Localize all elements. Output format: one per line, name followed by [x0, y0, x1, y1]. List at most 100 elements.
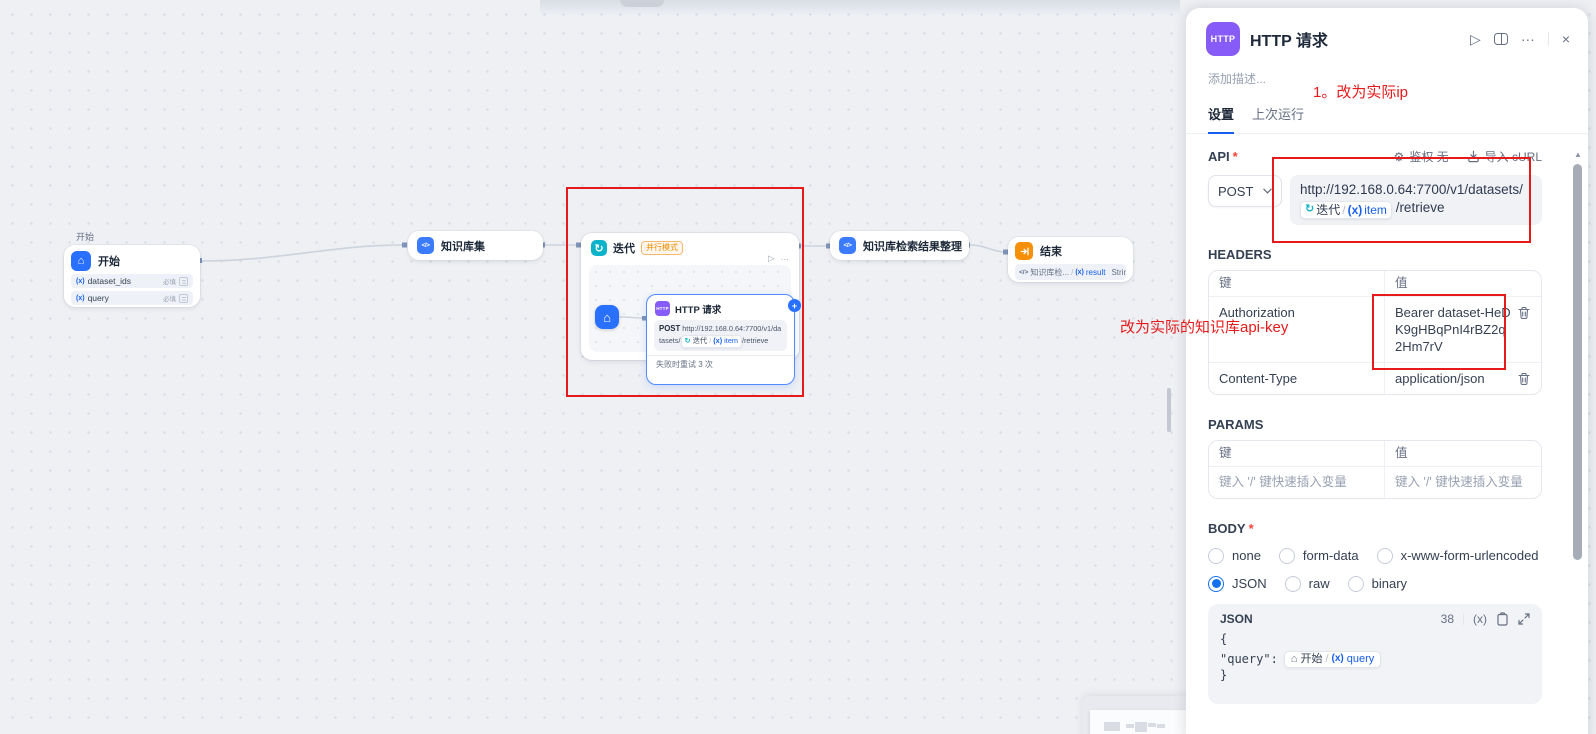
node-knowledge-set[interactable]: </> 知识库集: [408, 231, 543, 260]
header-value-cell[interactable]: Bearer dataset-HeDK9gHBqPnI4rBZ2q2Hm7rV: [1395, 304, 1511, 355]
ref-node-name: 知识库检...: [1030, 267, 1069, 278]
radio-circle: [1377, 548, 1393, 564]
start-var-dataset-ids[interactable]: (x) dataset_ids 必填: [71, 274, 193, 288]
body-section-label: BODY *: [1208, 521, 1542, 536]
iteration-start-node[interactable]: ⌂: [595, 305, 619, 329]
tab-settings[interactable]: 设置: [1208, 104, 1234, 133]
radio-raw[interactable]: raw: [1285, 576, 1330, 592]
description-row: [1186, 56, 1588, 88]
radio-circle: [1285, 576, 1301, 592]
expand-icon[interactable]: [1518, 613, 1530, 625]
path-separator: /: [1342, 202, 1345, 218]
node-iteration[interactable]: ↻ 迭代 并行模式 ▷ ··· ⌂ HTTP HTTP 请求 +: [581, 233, 799, 360]
radio-x-www-form-urlencoded[interactable]: x-www-form-urlencoded: [1377, 548, 1539, 564]
add-node-button[interactable]: +: [788, 299, 801, 312]
layout-split-button[interactable]: [1494, 33, 1508, 45]
variable-icon: (x): [76, 278, 85, 285]
gear-icon: ⚙: [1394, 150, 1405, 164]
panel-scrollbar[interactable]: ▲: [1572, 150, 1584, 734]
http-icon: HTTP: [1206, 22, 1240, 56]
chevron-down-icon: [1263, 188, 1272, 194]
json-editor-label: JSON: [1220, 612, 1253, 626]
scrollbar-thumb[interactable]: [1573, 164, 1582, 560]
more-button[interactable]: ···: [1521, 32, 1535, 46]
insert-variable-icon[interactable]: (x): [1473, 612, 1487, 626]
variable-badge[interactable]: ⌂ 开始 / (x) query: [1284, 651, 1381, 669]
required-asterisk: *: [1233, 149, 1238, 164]
json-query-key: "query":: [1220, 652, 1278, 667]
divider: [1463, 613, 1464, 625]
end-icon: [1015, 242, 1033, 260]
minimap-node: [1104, 722, 1120, 731]
variable-icon: (x): [76, 295, 85, 302]
tab-last-run[interactable]: 上次运行: [1252, 104, 1304, 133]
iteration-icon: ↻: [1305, 202, 1314, 217]
more-icon[interactable]: ···: [781, 254, 790, 264]
variable-icon: (x): [713, 336, 722, 347]
radio-none[interactable]: none: [1208, 548, 1261, 564]
start-var-query[interactable]: (x) query 必填: [71, 291, 193, 305]
variable-name: dataset_ids: [88, 276, 131, 286]
scroll-up-icon[interactable]: ▲: [1572, 150, 1584, 159]
path-separator: /: [1071, 268, 1073, 277]
api-url-input[interactable]: http://192.168.0.64:7700/v1/datasets/↻迭代…: [1290, 175, 1542, 225]
import-icon: [1467, 150, 1480, 163]
end-output-variable: </> 知识库检... / (x) result String: [1015, 264, 1126, 280]
copy-icon[interactable]: [1496, 612, 1509, 626]
node-title: 知识库集: [441, 238, 485, 254]
required-label: 必填: [163, 293, 176, 303]
url-suffix: /retrieve: [742, 336, 768, 345]
panel-resize-handle[interactable]: [1167, 388, 1171, 432]
radio-form-data[interactable]: form-data: [1279, 548, 1359, 564]
home-icon: ⌂: [603, 310, 611, 325]
node-http-request[interactable]: HTTP HTTP 请求 + POSThttp://192.168.0.64:7…: [646, 294, 795, 385]
import-curl-button[interactable]: 导入 cURL: [1485, 148, 1542, 165]
required-badge: 必填: [163, 276, 188, 286]
http-node-url: POSThttp://192.168.0.64:7700/v1/datasets…: [654, 320, 787, 351]
canvas-minimap[interactable]: [1082, 696, 1192, 734]
delete-icon[interactable]: [1517, 306, 1531, 320]
text-type-icon: [179, 294, 188, 303]
node-result-organize[interactable]: </> 知识库检索结果整理: [830, 231, 969, 260]
variable-name: item: [1364, 202, 1387, 218]
iteration-icon: ↻: [591, 240, 607, 256]
code-icon: </>: [1019, 269, 1028, 276]
header-key-cell[interactable]: Authorization: [1209, 297, 1385, 362]
char-count: 38: [1441, 612, 1454, 626]
node-title: 开始: [98, 253, 120, 269]
play-icon[interactable]: ▷: [768, 253, 775, 264]
header-row-authorization: Authorization Bearer dataset-HeDK9gHBqPn…: [1209, 296, 1541, 362]
param-value-input[interactable]: 键入 '/' 键快速插入变量: [1385, 467, 1541, 498]
close-button[interactable]: ×: [1562, 32, 1570, 46]
iteration-canvas[interactable]: ⌂ HTTP HTTP 请求 + POSThttp://192.168.0.64…: [589, 265, 791, 352]
radio-circle: [1208, 548, 1224, 564]
variable-name: query: [1347, 653, 1375, 667]
node-end[interactable]: 结束 </> 知识库检... / (x) result String: [1008, 237, 1133, 282]
method-select[interactable]: POST: [1208, 175, 1282, 207]
headers-table: 键 值 Authorization Bearer dataset-HeDK9gH…: [1208, 270, 1542, 395]
radio-json[interactable]: JSON: [1208, 576, 1267, 592]
variable-node: 迭代: [693, 336, 708, 347]
header-key-cell[interactable]: Content-Type: [1209, 363, 1385, 394]
header-value-cell[interactable]: application/json: [1395, 370, 1511, 387]
url-suffix: /retrieve: [1396, 200, 1445, 215]
auth-button[interactable]: 鉴权 无: [1409, 148, 1448, 165]
description-input[interactable]: [1208, 72, 1568, 86]
required-asterisk: *: [1249, 521, 1254, 536]
node-title: 知识库检索结果整理: [863, 238, 962, 254]
params-table: 键 值 键入 '/' 键快速插入变量 键入 '/' 键快速插入变量: [1208, 440, 1542, 499]
radio-binary[interactable]: binary: [1348, 576, 1407, 592]
url-variable-pill[interactable]: ↻迭代/(x)item: [1300, 201, 1392, 219]
json-open-brace: {: [1220, 632, 1530, 647]
header-row-content-type: Content-Type application/json: [1209, 362, 1541, 394]
home-icon: ⌂: [71, 251, 91, 271]
run-button[interactable]: ▷: [1470, 32, 1481, 46]
variable-type: String: [1111, 268, 1126, 277]
json-editor[interactable]: JSON 38 (x) { "query": ⌂ 开始 /: [1208, 604, 1542, 704]
param-key-input[interactable]: 键入 '/' 键快速插入变量: [1209, 467, 1385, 498]
delete-icon[interactable]: [1517, 372, 1531, 386]
minimap-node: [1157, 724, 1165, 728]
panel-tabs: 设置 上次运行: [1186, 88, 1588, 134]
node-start[interactable]: ⌂ 开始 (x) dataset_ids 必填 (x) query 必填: [64, 245, 200, 307]
params-input-row: 键入 '/' 键快速插入变量 键入 '/' 键快速插入变量: [1209, 466, 1541, 498]
